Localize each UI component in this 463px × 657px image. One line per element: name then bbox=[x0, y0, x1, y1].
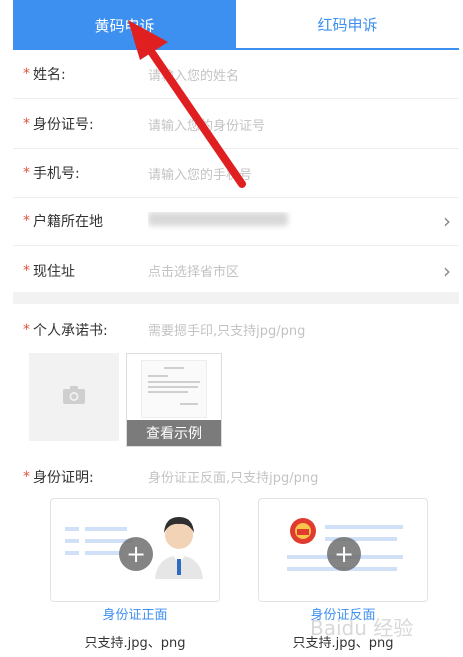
name-input[interactable]: 请输入您的姓名 bbox=[148, 65, 459, 84]
required-mark: * bbox=[23, 165, 30, 181]
view-example-label[interactable]: 查看示例 bbox=[127, 420, 221, 446]
required-mark: * bbox=[23, 213, 30, 229]
plus-icon: + bbox=[327, 537, 361, 571]
required-mark: * bbox=[23, 262, 30, 279]
name-label: 姓名: bbox=[33, 67, 66, 83]
emblem-icon bbox=[290, 518, 316, 544]
required-mark: * bbox=[23, 116, 30, 132]
id-number-row[interactable]: * 身份证号: 请输入您的身份证号 bbox=[13, 100, 459, 149]
baidu-watermark-logo: Baidu 经验 bbox=[310, 616, 413, 640]
id-proof-row: * 身份证明: 身份证正反面,只支持jpg/png bbox=[13, 452, 459, 501]
id-front-note: 只支持.jpg、png bbox=[84, 636, 186, 651]
phone-label: 手机号: bbox=[33, 166, 80, 182]
phone-input[interactable]: 请输入您的手机号 bbox=[148, 164, 459, 183]
required-mark: * bbox=[23, 66, 30, 82]
chevron-right-icon: › bbox=[443, 209, 451, 233]
id-front-caption: 身份证正面 bbox=[102, 608, 168, 623]
household-registration-row[interactable]: * 户籍所在地 › bbox=[13, 197, 459, 246]
required-mark: * bbox=[23, 468, 30, 485]
pledge-label: 个人承诺书: bbox=[33, 322, 108, 339]
required-mark: * bbox=[23, 321, 30, 338]
avatar-icon bbox=[155, 517, 203, 579]
id-proof-label: 身份证明: bbox=[33, 469, 94, 486]
id-proof-hint: 身份证正反面,只支持jpg/png bbox=[148, 471, 319, 486]
household-registration-label: 户籍所在地 bbox=[33, 214, 103, 230]
camera-icon bbox=[62, 385, 86, 409]
tab-bar: 黄码申诉 红码申诉 bbox=[13, 0, 459, 50]
current-address-input[interactable]: 点击选择省市区 bbox=[148, 261, 435, 280]
section-divider bbox=[13, 292, 459, 304]
pledge-hint: 需要摁手印,只支持jpg/png bbox=[148, 324, 306, 339]
watermark: Baidu 经验 bbox=[300, 603, 460, 653]
tab-red-code-appeal[interactable]: 红码申诉 bbox=[236, 0, 459, 50]
id-number-input[interactable]: 请输入您的身份证号 bbox=[148, 115, 459, 134]
blurred-value bbox=[148, 212, 288, 226]
id-front-upload-card[interactable]: + bbox=[50, 498, 220, 602]
svg-text:Baidu 经验: Baidu 经验 bbox=[310, 616, 413, 640]
id-number-label: 身份证号: bbox=[33, 117, 94, 133]
plus-icon: + bbox=[119, 537, 153, 571]
name-row[interactable]: * 姓名: 请输入您的姓名 bbox=[13, 50, 459, 99]
household-registration-value[interactable] bbox=[148, 212, 435, 230]
id-back-upload-card[interactable]: + bbox=[258, 498, 428, 602]
example-document bbox=[141, 360, 207, 418]
pledge-row: * 个人承诺书: 需要摁手印,只支持jpg/png bbox=[13, 305, 459, 354]
current-address-row[interactable]: * 现住址 点击选择省市区 › bbox=[13, 246, 459, 295]
tab-yellow-code-appeal[interactable]: 黄码申诉 bbox=[13, 0, 236, 50]
pledge-example-thumbnail[interactable]: 查看示例 bbox=[126, 353, 222, 447]
current-address-label: 现住址 bbox=[33, 263, 75, 280]
phone-row[interactable]: * 手机号: 请输入您的手机号 bbox=[13, 149, 459, 198]
chevron-right-icon: › bbox=[443, 258, 451, 283]
pledge-upload-button[interactable] bbox=[29, 353, 119, 441]
